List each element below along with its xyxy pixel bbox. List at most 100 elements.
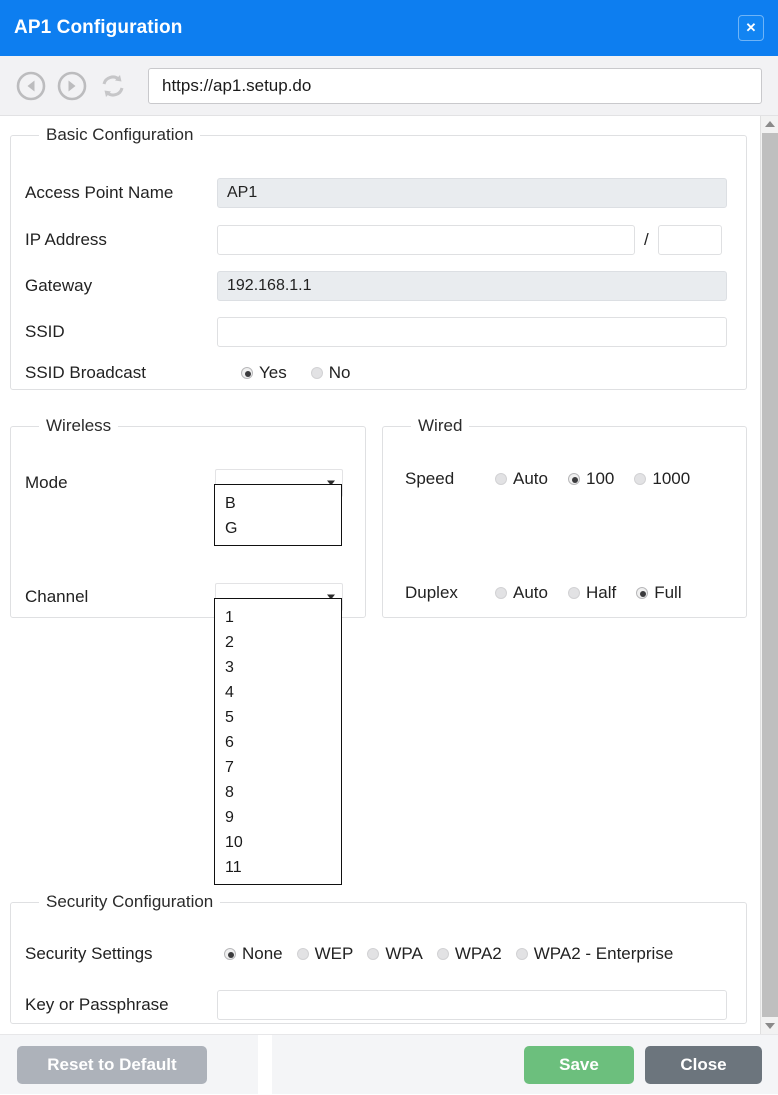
ssid-row: SSID — [25, 317, 735, 347]
wireless-channel-option[interactable]: 3 — [215, 655, 341, 680]
radio-dot-icon — [241, 367, 253, 379]
wireless-channel-option[interactable]: 10 — [215, 830, 341, 855]
wired-speed-radio-1000[interactable]: 1000 — [634, 469, 690, 489]
ip-address-input[interactable] — [217, 225, 635, 255]
wired-legend: Wired — [411, 416, 469, 436]
wired-duplex-label: Duplex — [405, 583, 475, 603]
ip-address-label: IP Address — [25, 230, 217, 250]
address-bar[interactable]: https://ap1.setup.do — [148, 68, 762, 104]
wired-duplex-radio-full[interactable]: Full — [636, 583, 681, 603]
reset-to-default-button[interactable]: Reset to Default — [17, 1046, 207, 1084]
wireless-channel-option[interactable]: 1 — [215, 605, 341, 630]
window-close-button[interactable]: ✕ — [738, 15, 764, 41]
security-configuration-legend: Security Configuration — [39, 892, 220, 912]
ssid-input[interactable] — [217, 317, 727, 347]
radio-dot-icon — [437, 948, 449, 960]
ssid-broadcast-yes-label: Yes — [259, 363, 287, 383]
security-radio-none[interactable]: None — [224, 944, 283, 964]
radio-dot-icon — [495, 473, 507, 485]
wireless-channel-option[interactable]: 11 — [215, 855, 341, 880]
wired-speed-label: Speed — [405, 469, 475, 489]
close-icon: ✕ — [746, 20, 757, 36]
ip-address-row: IP Address / — [25, 225, 735, 255]
gateway-label: Gateway — [25, 276, 217, 296]
browser-toolbar: https://ap1.setup.do — [0, 56, 778, 116]
radio-dot-icon — [568, 587, 580, 599]
basic-configuration-section: Basic Configuration Access Point Name IP… — [10, 125, 747, 390]
back-arrow-icon[interactable] — [16, 71, 46, 101]
key-or-passphrase-input[interactable] — [217, 990, 727, 1020]
wired-duplex-auto-label: Auto — [513, 583, 548, 603]
security-radio-wpa2[interactable]: WPA2 — [437, 944, 502, 964]
radio-dot-icon — [297, 948, 309, 960]
ssid-broadcast-row: SSID Broadcast Yes No — [25, 363, 735, 383]
radio-dot-icon — [311, 367, 323, 379]
key-or-passphrase-row: Key or Passphrase — [25, 990, 735, 1020]
wired-speed-auto-label: Auto — [513, 469, 548, 489]
wired-speed-radio-100[interactable]: 100 — [568, 469, 614, 489]
ssid-label: SSID — [25, 322, 217, 342]
subnet-prefix-input[interactable] — [658, 225, 722, 255]
security-wpa2-enterprise-label: WPA2 - Enterprise — [534, 944, 674, 964]
security-radio-wpa[interactable]: WPA — [367, 944, 422, 964]
wireless-channel-option[interactable]: 2 — [215, 630, 341, 655]
radio-dot-icon — [636, 587, 648, 599]
wired-section: Wired Speed Auto 100 1000 Duplex Auto — [382, 416, 747, 618]
basic-configuration-legend: Basic Configuration — [39, 125, 200, 145]
save-button[interactable]: Save — [524, 1046, 634, 1084]
security-radio-wep[interactable]: WEP — [297, 944, 354, 964]
security-settings-label: Security Settings — [25, 944, 210, 964]
security-radio-wpa2-enterprise[interactable]: WPA2 - Enterprise — [516, 944, 674, 964]
scroll-up-arrow-icon[interactable] — [761, 116, 778, 132]
footer-divider — [258, 1035, 272, 1095]
forward-arrow-icon[interactable] — [57, 71, 87, 101]
wired-duplex-full-label: Full — [654, 583, 681, 603]
radio-dot-icon — [568, 473, 580, 485]
window-titlebar: AP1 Configuration ✕ — [0, 0, 778, 56]
wired-duplex-radio-half[interactable]: Half — [568, 583, 616, 603]
wired-speed-radio-auto[interactable]: Auto — [495, 469, 548, 489]
radio-dot-icon — [516, 948, 528, 960]
security-wpa2-label: WPA2 — [455, 944, 502, 964]
radio-dot-icon — [634, 473, 646, 485]
ssid-broadcast-radio-yes[interactable]: Yes — [241, 363, 287, 383]
wired-speed-100-label: 100 — [586, 469, 614, 489]
dialog-footer: Reset to Default Save Close — [0, 1034, 778, 1094]
wireless-channel-label: Channel — [25, 587, 215, 607]
wireless-channel-option-list[interactable]: 1234567891011 — [214, 598, 342, 885]
wireless-mode-option[interactable]: B — [215, 491, 341, 516]
wired-speed-row: Speed Auto 100 1000 — [405, 469, 745, 489]
radio-dot-icon — [367, 948, 379, 960]
refresh-icon[interactable] — [98, 71, 128, 101]
wireless-mode-option[interactable]: G — [215, 516, 341, 541]
ip-slash-separator: / — [644, 230, 649, 250]
wireless-channel-option[interactable]: 6 — [215, 730, 341, 755]
ssid-broadcast-radio-no[interactable]: No — [311, 363, 351, 383]
close-button[interactable]: Close — [645, 1046, 762, 1084]
wired-duplex-radio-auto[interactable]: Auto — [495, 583, 548, 603]
wireless-legend: Wireless — [39, 416, 118, 436]
scroll-down-arrow-icon[interactable] — [761, 1018, 778, 1034]
gateway-input[interactable] — [217, 271, 727, 301]
wireless-channel-option[interactable]: 7 — [215, 755, 341, 780]
wireless-mode-label: Mode — [25, 473, 215, 493]
gateway-row: Gateway — [25, 271, 735, 301]
wireless-mode-option-list[interactable]: BG — [214, 484, 342, 546]
ssid-broadcast-no-label: No — [329, 363, 351, 383]
page-content: Basic Configuration Access Point Name IP… — [0, 116, 760, 1034]
security-none-label: None — [242, 944, 283, 964]
radio-dot-icon — [224, 948, 236, 960]
wireless-channel-option[interactable]: 9 — [215, 805, 341, 830]
wired-speed-1000-label: 1000 — [652, 469, 690, 489]
vertical-scrollbar[interactable] — [760, 116, 778, 1034]
wired-duplex-half-label: Half — [586, 583, 616, 603]
security-settings-row: Security Settings None WEP WPA WPA2 WPA2… — [25, 944, 735, 964]
access-point-name-input[interactable] — [217, 178, 727, 208]
radio-dot-icon — [495, 587, 507, 599]
address-bar-text: https://ap1.setup.do — [162, 76, 311, 96]
scrollbar-thumb[interactable] — [762, 133, 778, 1017]
wireless-channel-option[interactable]: 4 — [215, 680, 341, 705]
ssid-broadcast-label: SSID Broadcast — [25, 363, 217, 383]
wireless-channel-option[interactable]: 5 — [215, 705, 341, 730]
wireless-channel-option[interactable]: 8 — [215, 780, 341, 805]
